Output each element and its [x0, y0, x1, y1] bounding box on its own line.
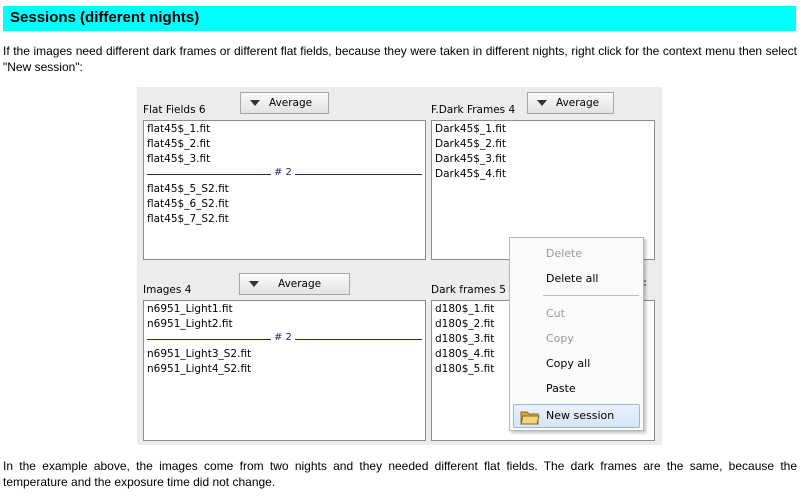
list-item[interactable]: d180$_5.fit: [435, 363, 494, 375]
flat-fields-label: Flat Fields 6: [143, 104, 206, 116]
folder-icon: [520, 411, 540, 425]
list-item[interactable]: d180$_3.fit: [435, 333, 494, 345]
list-item[interactable]: d180$_2.fit: [435, 318, 494, 330]
list-item[interactable]: Dark45$_3.fit: [435, 153, 506, 165]
list-item[interactable]: d180$_1.fit: [435, 303, 494, 315]
list-item[interactable]: flat45$_2.fit: [147, 138, 210, 150]
menu-item-new-session-label: New session: [546, 409, 615, 422]
flat-average-button[interactable]: Average: [240, 92, 329, 114]
fdark-average-button[interactable]: Average: [527, 92, 614, 114]
session-separator-label: # 2: [271, 332, 295, 343]
menu-item-copy-all[interactable]: Copy all: [546, 357, 590, 370]
menu-item-delete[interactable]: Delete: [546, 247, 582, 260]
session-separator-label: # 2: [271, 167, 295, 178]
intro-paragraph: If the images need different dark frames…: [3, 44, 797, 74]
list-item[interactable]: flat45$_6_S2.fit: [147, 198, 229, 210]
list-item[interactable]: Dark45$_4.fit: [435, 168, 506, 180]
list-item[interactable]: d180$_4.fit: [435, 348, 494, 360]
list-item[interactable]: n6951_Light2.fit: [147, 318, 233, 330]
menu-item-delete-all[interactable]: Delete all: [546, 272, 599, 285]
menu-separator: [543, 295, 639, 296]
menu-item-cut[interactable]: Cut: [546, 307, 565, 320]
list-item[interactable]: flat45$_7_S2.fit: [147, 213, 229, 225]
section-title: Sessions (different nights): [10, 9, 200, 26]
fdark-frames-label: F.Dark Frames 4: [431, 104, 516, 116]
list-item[interactable]: n6951_Light4_S2.fit: [147, 363, 251, 375]
context-menu: Delete Delete all Cut Copy Copy all Past…: [509, 237, 644, 431]
list-item[interactable]: flat45$_5_S2.fit: [147, 183, 229, 195]
menu-item-copy[interactable]: Copy: [546, 332, 574, 345]
list-item[interactable]: n6951_Light3_S2.fit: [147, 348, 251, 360]
menu-item-paste[interactable]: Paste: [546, 382, 576, 395]
images-list[interactable]: n6951_Light1.fit n6951_Light2.fit # 2 n6…: [143, 300, 426, 441]
dark-frames-label: Dark frames 5: [431, 284, 506, 296]
list-item[interactable]: n6951_Light1.fit: [147, 303, 233, 315]
list-item[interactable]: Dark45$_1.fit: [435, 123, 506, 135]
outro-paragraph: In the example above, the images come fr…: [3, 459, 797, 489]
list-item[interactable]: Dark45$_2.fit: [435, 138, 506, 150]
images-average-button[interactable]: Average: [239, 273, 350, 295]
flat-fields-list[interactable]: flat45$_1.fit flat45$_2.fit flat45$_3.fi…: [143, 120, 426, 260]
menu-item-new-session[interactable]: New session: [513, 404, 640, 428]
section-header: Sessions (different nights): [3, 6, 796, 31]
list-item[interactable]: flat45$_3.fit: [147, 153, 210, 165]
list-item[interactable]: flat45$_1.fit: [147, 123, 210, 135]
images-label: Images 4: [143, 284, 192, 296]
